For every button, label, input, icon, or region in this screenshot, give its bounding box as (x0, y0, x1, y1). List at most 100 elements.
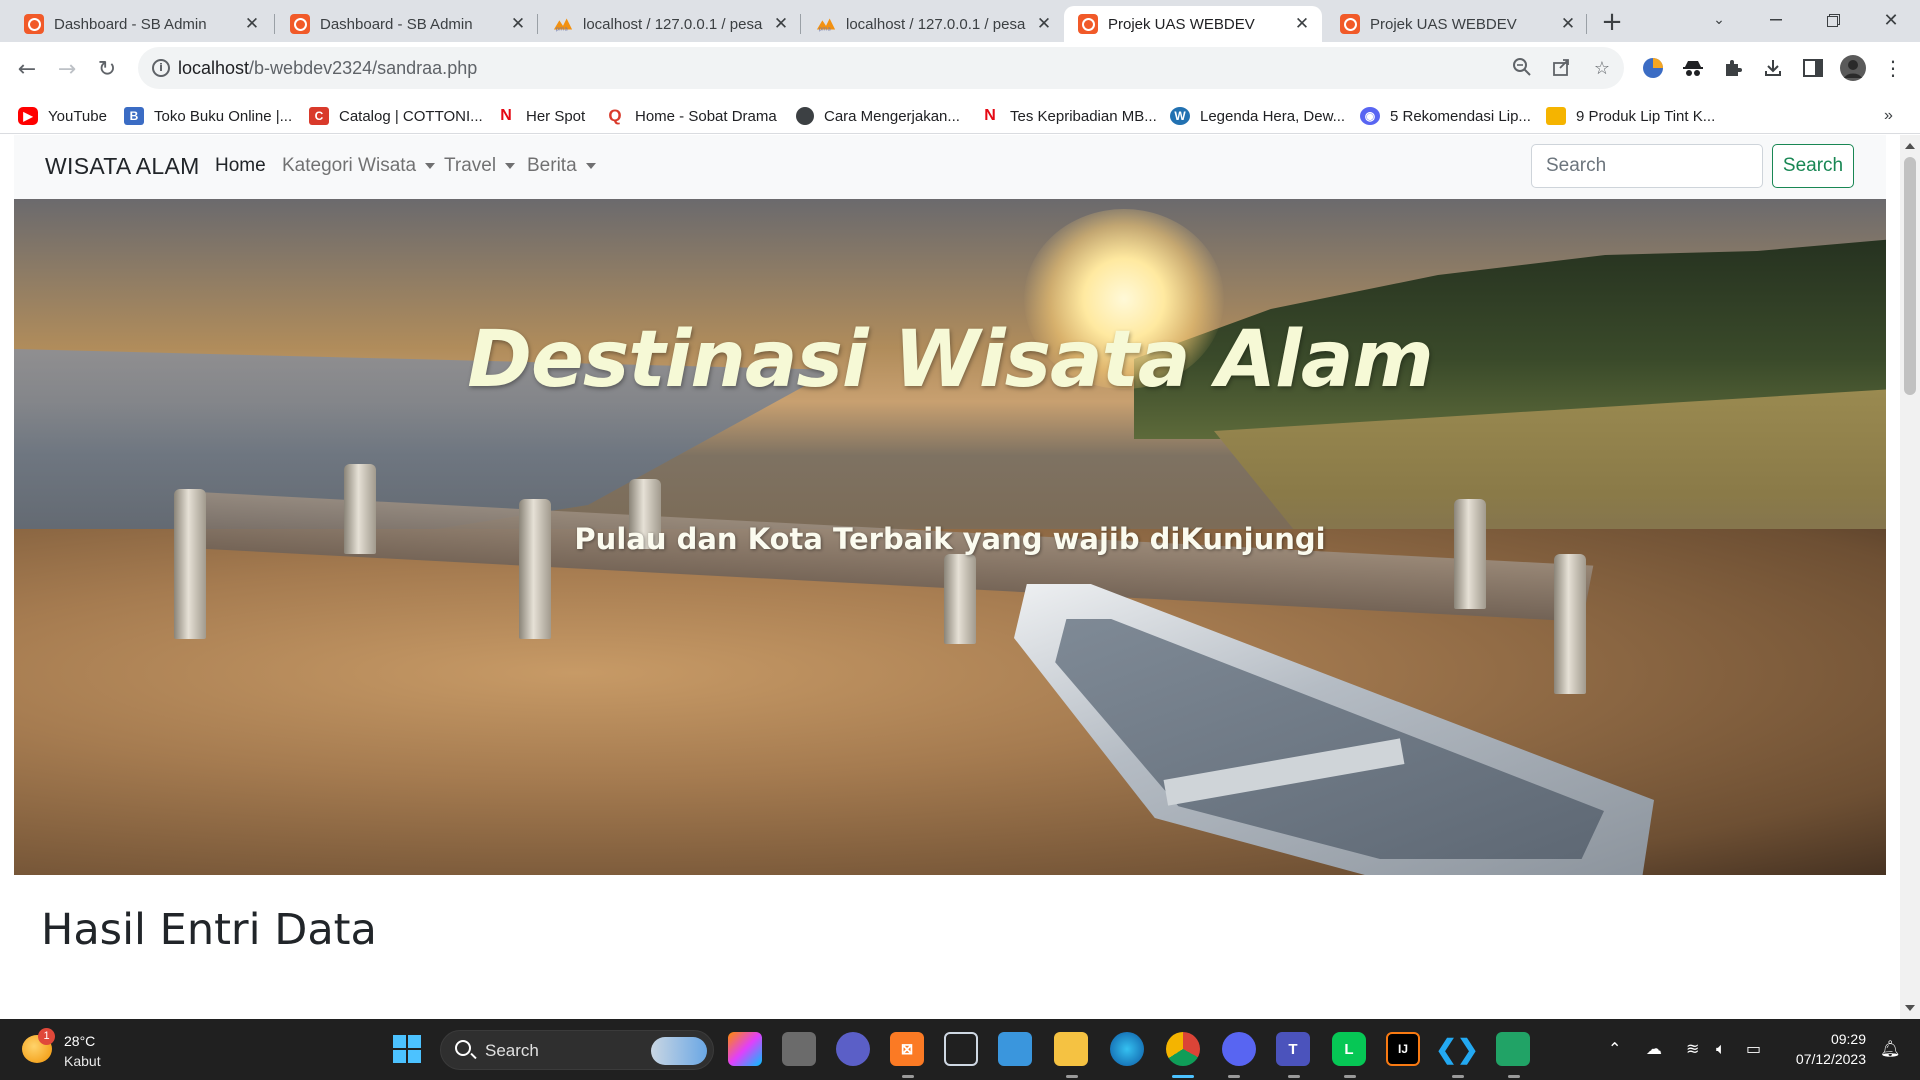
nav-berita[interactable]: Berita (527, 155, 596, 177)
bookmark-label: Legenda Hera, Dew... (1200, 107, 1346, 125)
back-icon[interactable]: ← (12, 54, 42, 84)
reload-icon[interactable]: ↻ (92, 54, 122, 84)
browser-tab[interactable]: Dashboard - SB Admin ✕ (276, 6, 538, 42)
bookmark-item[interactable]: C Catalog | COTTONI... (309, 104, 483, 128)
taskbar-clock[interactable]: 09:29 07/12/2023 (1786, 1029, 1866, 1069)
download-icon[interactable] (1760, 55, 1786, 81)
bookmark-label: Her Spot (526, 107, 586, 125)
close-tab-icon[interactable]: ✕ (1292, 14, 1312, 34)
wifi-icon[interactable]: ≋ (1686, 1039, 1699, 1058)
site-info-icon[interactable]: i (152, 59, 170, 77)
teams-chat-icon[interactable] (836, 1032, 870, 1066)
vscode-icon[interactable]: ❮❯ (1435, 1032, 1479, 1066)
caret-down-icon (505, 163, 516, 169)
bookmark-star-icon[interactable]: ☆ (1590, 57, 1614, 81)
virtualbox-icon[interactable] (944, 1032, 978, 1066)
tab-search-chevron-icon[interactable]: ⌄ (1696, 0, 1742, 40)
weather-widget[interactable]: 1 28°C Kabut (22, 1027, 162, 1073)
bookmark-item[interactable]: N Her Spot (496, 104, 585, 128)
site-navbar: WISATA ALAM Home Kategori Wisata Travel … (14, 135, 1886, 199)
browser-tab[interactable]: Dashboard - SB Admin ✕ (10, 6, 272, 42)
hero-banner: Destinasi Wisata Alam Pulau dan Kota Ter… (14, 199, 1886, 875)
close-window-button[interactable]: ✕ (1868, 0, 1914, 40)
file-explorer-icon[interactable] (1054, 1032, 1088, 1066)
close-tab-icon[interactable]: ✕ (508, 14, 528, 34)
close-tab-icon[interactable]: ✕ (1558, 14, 1578, 34)
share-icon[interactable] (1550, 57, 1574, 81)
search-icon (455, 1040, 471, 1056)
bookmark-item[interactable]: 9 Produk Lip Tint K... (1546, 104, 1715, 128)
new-tab-button[interactable]: + (1598, 9, 1626, 37)
youtube-icon: ▶ (18, 107, 38, 125)
menu-kebab-icon[interactable]: ⋮ (1880, 55, 1906, 81)
nav-home[interactable]: Home (215, 155, 266, 177)
nav-kategori-label: Kategori Wisata (282, 155, 417, 176)
bookstore-icon: B (124, 107, 144, 125)
address-bar[interactable]: i localhost/b-webdev2324/sandraa.php ☆ (138, 47, 1624, 89)
codeigniter-icon (290, 14, 310, 34)
browser-tab-strip: Dashboard - SB Admin ✕ Dashboard - SB Ad… (0, 0, 1920, 42)
xampp-icon[interactable]: ⊠ (890, 1032, 924, 1066)
search-highlight-image (651, 1037, 707, 1065)
scrollbar-thumb[interactable] (1904, 157, 1916, 395)
browser-tab[interactable]: pma localhost / 127.0.0.1 / pesa ✕ (539, 6, 801, 42)
close-tab-icon[interactable]: ✕ (771, 14, 791, 34)
bookmark-label: 5 Rekomendasi Lip... (1390, 107, 1531, 125)
onedrive-icon[interactable]: ☁ (1646, 1039, 1662, 1058)
discord-icon[interactable] (1222, 1032, 1256, 1066)
task-view-icon[interactable] (782, 1032, 816, 1066)
site-search-input[interactable] (1531, 144, 1763, 188)
browser-tab[interactable]: pma localhost / 127.0.0.1 / pesa ✕ (802, 6, 1064, 42)
scroll-up-icon[interactable] (1905, 143, 1915, 149)
bookmark-item[interactable]: B Toko Buku Online |... (124, 104, 292, 128)
chrome-icon[interactable] (1166, 1032, 1200, 1066)
nav-kategori-wisata[interactable]: Kategori Wisata (282, 155, 436, 177)
close-tab-icon[interactable]: ✕ (1034, 14, 1054, 34)
side-panel-icon[interactable] (1800, 55, 1826, 81)
copilot-icon[interactable] (728, 1032, 762, 1066)
teams-icon[interactable]: T (1276, 1032, 1310, 1066)
bookmark-item[interactable]: W Legenda Hera, Dew... (1170, 104, 1345, 128)
taskbar-search[interactable]: Search (440, 1030, 714, 1070)
bookmark-item[interactable]: Cara Mengerjakan... (796, 104, 960, 128)
tray-overflow-chevron-icon[interactable]: ⌃ (1608, 1039, 1621, 1058)
minimize-button[interactable] (1753, 0, 1799, 40)
tab-separator (274, 14, 275, 34)
scroll-down-icon[interactable] (1905, 1005, 1915, 1011)
start-windows-icon[interactable] (390, 1032, 424, 1066)
running-indicator (1452, 1075, 1464, 1078)
line-icon[interactable]: L (1332, 1032, 1366, 1066)
notification-bell-icon[interactable]: 🔔︎ (1880, 1039, 1900, 1058)
close-tab-icon[interactable]: ✕ (242, 14, 262, 34)
page-scrollbar[interactable] (1900, 135, 1920, 1019)
notepad-icon[interactable] (998, 1032, 1032, 1066)
bookmark-item[interactable]: ▶ YouTube (18, 104, 107, 128)
nav-travel[interactable]: Travel (444, 155, 516, 177)
battery-icon[interactable]: ▭ (1746, 1039, 1761, 1058)
running-indicator (1288, 1075, 1300, 1078)
extensions-puzzle-icon[interactable] (1720, 55, 1746, 81)
bookmark-item[interactable]: ◉ 5 Rekomendasi Lip... (1360, 104, 1531, 128)
profile-avatar[interactable] (1840, 55, 1866, 81)
site-search-button[interactable]: Search (1772, 144, 1854, 188)
page-viewport: WISATA ALAM Home Kategori Wisata Travel … (0, 135, 1900, 1019)
browser-tab[interactable]: Projek UAS WEBDEV ✕ (1326, 6, 1588, 42)
site-brand[interactable]: WISATA ALAM (45, 153, 200, 180)
forward-icon[interactable]: → (52, 54, 82, 84)
bookmark-item[interactable]: Q Home - Sobat Drama (605, 104, 776, 128)
browser-tab-active[interactable]: Projek UAS WEBDEV ✕ (1064, 6, 1322, 42)
volume-muted-icon[interactable]: 🔈︎ (1716, 1039, 1726, 1059)
codeigniter-icon (1340, 14, 1360, 34)
section-title: Hasil Entri Data (41, 905, 377, 955)
extension-firefox-icon[interactable] (1640, 55, 1666, 81)
edge-icon[interactable] (1110, 1032, 1144, 1066)
windows-taskbar: 1 28°C Kabut Search ⊠ T L IJ ❮❯ ⌃ ☁ ≋ 🔈︎… (0, 1019, 1920, 1080)
bookmarks-overflow-icon[interactable]: » (1884, 104, 1893, 128)
intellij-icon[interactable]: IJ (1386, 1032, 1420, 1066)
bookmark-item[interactable]: N Tes Kepribadian MB... (980, 104, 1157, 128)
zoom-icon[interactable] (1510, 57, 1534, 81)
restore-button[interactable] (1810, 0, 1856, 40)
url-text[interactable]: localhost/b-webdev2324/sandraa.php (178, 58, 477, 79)
extension-spy-icon[interactable] (1680, 55, 1706, 81)
spreadsheet-icon[interactable] (1496, 1032, 1530, 1066)
